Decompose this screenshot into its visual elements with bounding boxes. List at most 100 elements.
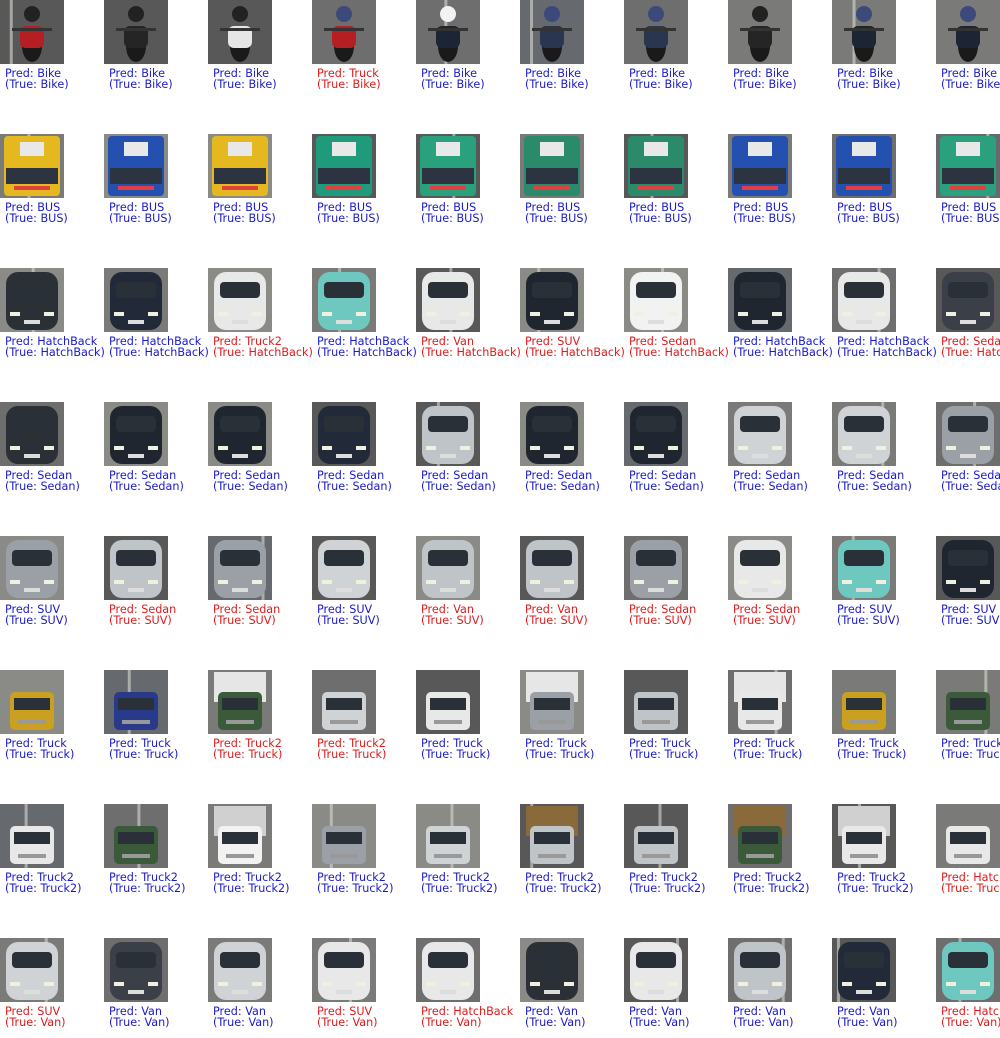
vehicle-image	[520, 268, 584, 332]
vehicle-image	[832, 134, 896, 198]
prediction-cell: Pred: BUS (True: BUS)	[416, 134, 520, 234]
prediction-cell: Pred: BUS (True: BUS)	[104, 134, 208, 234]
true-label: (True: Truck2)	[421, 881, 498, 895]
vehicle-thumbnail	[312, 804, 376, 868]
vehicle-image	[104, 134, 168, 198]
true-label: (True: Sedan)	[213, 479, 288, 493]
prediction-caption: Pred: Van (True: Van)	[213, 1006, 274, 1029]
vehicle-thumbnail	[208, 938, 272, 1002]
prediction-cell: Pred: Van (True: HatchBack)	[416, 268, 521, 368]
vehicle-thumbnail	[208, 0, 272, 64]
true-label: (True: BUS)	[5, 211, 68, 225]
vehicle-image	[728, 536, 792, 600]
prediction-cell: Pred: Truck(True: Truck)	[416, 670, 520, 770]
vehicle-image	[104, 0, 168, 64]
true-label: (True: HatchBack)	[317, 345, 417, 359]
prediction-cell: Pred: Sedan(True: Sedan)	[312, 402, 416, 502]
vehicle-thumbnail	[312, 670, 376, 734]
vehicle-thumbnail	[0, 536, 64, 600]
vehicle-thumbnail	[520, 268, 584, 332]
prediction-caption: Pred: BUS (True: BUS)	[5, 202, 68, 225]
prediction-cell: Pred: Truck(True: Truck)	[728, 670, 832, 770]
vehicle-image	[104, 536, 168, 600]
prediction-cell: Pred: Bike (True: Bike)	[416, 0, 520, 100]
prediction-caption: Pred: Sedan(True: HatchBack)	[629, 336, 729, 359]
prediction-cell: Pred: Truck(True: Truck)	[104, 670, 208, 770]
vehicle-image	[624, 670, 688, 734]
vehicle-image	[312, 0, 376, 64]
prediction-cell: Pred: Sedan(True: HatchBack)	[624, 268, 729, 368]
prediction-cell: Pred: Van (True: Van)	[208, 938, 312, 1038]
vehicle-image	[208, 268, 272, 332]
true-label: (True: Truck2)	[629, 881, 706, 895]
true-label: (True: BUS)	[629, 211, 692, 225]
true-label: (True: HatchBack)	[421, 345, 521, 359]
true-label: (True: Truck)	[109, 747, 179, 761]
prediction-caption: Pred: Truck(True: Truck)	[525, 738, 594, 760]
vehicle-image	[104, 938, 168, 1002]
true-label: (True: BUS)	[941, 211, 1000, 225]
vehicle-thumbnail	[728, 938, 792, 1002]
vehicle-thumbnail	[624, 938, 688, 1002]
vehicle-thumbnail	[624, 268, 688, 332]
prediction-cell: Pred: Truck(True: Truck)	[624, 670, 728, 770]
true-label: (True: Truck2)	[733, 881, 810, 895]
vehicle-image	[936, 402, 1000, 466]
vehicle-thumbnail	[728, 536, 792, 600]
vehicle-thumbnail	[104, 402, 168, 466]
vehicle-image	[624, 536, 688, 600]
prediction-caption: Pred: Bike (True: Bike)	[109, 68, 173, 90]
vehicle-thumbnail	[104, 134, 168, 198]
vehicle-thumbnail	[0, 268, 64, 332]
vehicle-image	[416, 670, 480, 734]
vehicle-image	[520, 0, 584, 64]
prediction-cell: Pred: HatchBack (True: HatchBack)	[728, 268, 833, 368]
true-label: (True: Van)	[629, 1015, 690, 1029]
vehicle-thumbnail	[936, 536, 1000, 600]
true-label: (True: BUS)	[733, 211, 796, 225]
vehicle-image	[416, 0, 480, 64]
vehicle-thumbnail	[104, 0, 168, 64]
prediction-caption: Pred: Van (True: Van)	[629, 1006, 690, 1029]
prediction-caption: Pred: Bike (True: Bike)	[629, 68, 693, 90]
prediction-cell: Pred: HatchBack(True: Van)	[936, 938, 1000, 1038]
vehicle-image	[624, 0, 688, 64]
vehicle-thumbnail	[208, 402, 272, 466]
vehicle-thumbnail	[520, 938, 584, 1002]
vehicle-thumbnail	[624, 134, 688, 198]
true-label: (True: Sedan)	[733, 479, 808, 493]
prediction-cell: Pred: BUS (True: BUS)	[728, 134, 832, 234]
vehicle-image	[208, 670, 272, 734]
vehicle-thumbnail	[208, 134, 272, 198]
prediction-cell: Pred: Sedan(True: HatchBack)	[936, 268, 1000, 368]
prediction-cell: Pred: Van (True: Van)	[104, 938, 208, 1038]
prediction-cell: Pred: Sedan(True: Sedan)	[208, 402, 312, 502]
vehicle-image	[0, 938, 64, 1002]
prediction-cell: Pred: Bike (True: Bike)	[520, 0, 624, 100]
vehicle-image	[520, 670, 584, 734]
vehicle-image	[520, 938, 584, 1002]
prediction-caption: Pred: Van (True: Van)	[733, 1006, 794, 1029]
true-label: (True: Van)	[213, 1015, 274, 1029]
prediction-caption: Pred: HatchBack (True: HatchBack)	[109, 336, 209, 358]
true-label: (True: SUV)	[629, 613, 692, 627]
vehicle-image	[208, 402, 272, 466]
vehicle-thumbnail	[728, 0, 792, 64]
vehicle-thumbnail	[416, 536, 480, 600]
true-label: (True: Van)	[837, 1015, 898, 1029]
prediction-cell: Pred: Van (True: Van)	[728, 938, 832, 1038]
prediction-caption: Pred: Bike (True: Bike)	[213, 68, 277, 90]
vehicle-image	[416, 804, 480, 868]
prediction-cell: Pred: Truck(True: Truck)	[832, 670, 936, 770]
vehicle-thumbnail	[624, 0, 688, 64]
prediction-caption: Pred: Truck2 (True: HatchBack)	[213, 336, 313, 358]
vehicle-image	[936, 670, 1000, 734]
true-label: (True: Van)	[733, 1015, 794, 1029]
vehicle-thumbnail	[312, 402, 376, 466]
true-label: (True: BUS)	[525, 211, 588, 225]
vehicle-image	[832, 804, 896, 868]
vehicle-image	[416, 402, 480, 466]
vehicle-image	[0, 804, 64, 868]
true-label: (True: Truck)	[733, 747, 803, 761]
true-label: (True: HatchBack)	[629, 345, 729, 359]
